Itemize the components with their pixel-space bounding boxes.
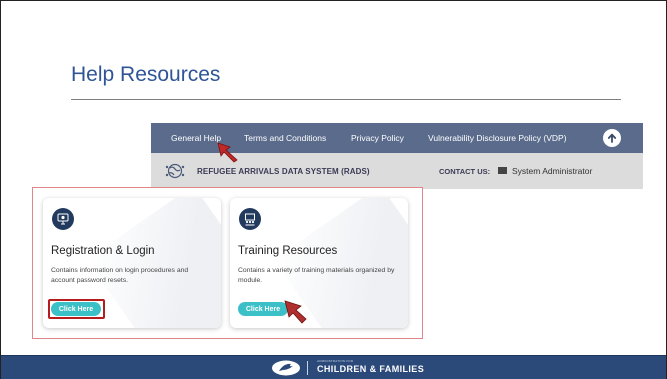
nav-privacy-policy[interactable]: Privacy Policy bbox=[351, 133, 404, 143]
system-name: REFUGEE ARRIVALS DATA SYSTEM (RADS) bbox=[197, 167, 370, 176]
card-title: Training Resources bbox=[238, 245, 338, 257]
card-registration-login: Registration & Login Contains informatio… bbox=[43, 198, 221, 328]
training-presentation-icon bbox=[239, 208, 261, 230]
cursor-arrow-icon bbox=[284, 300, 307, 324]
computer-login-icon bbox=[52, 208, 74, 230]
arrow-up-circle-icon[interactable] bbox=[603, 129, 621, 147]
hhs-eagle-logo-icon bbox=[271, 360, 301, 376]
slide: Help Resources General Help Terms and Co… bbox=[0, 0, 667, 379]
footer-divider bbox=[307, 361, 308, 375]
title-divider bbox=[71, 99, 621, 100]
card-description: Contains information on login procedures… bbox=[51, 267, 189, 284]
cursor-arrow-icon bbox=[217, 142, 238, 163]
page-title: Help Resources bbox=[71, 63, 221, 86]
contact-label: CONTACT US: bbox=[439, 167, 491, 176]
globe-logo-icon bbox=[165, 163, 185, 179]
nav-terms-and-conditions[interactable]: Terms and Conditions bbox=[244, 133, 326, 143]
help-cards-panel: Registration & Login Contains informatio… bbox=[32, 187, 423, 339]
mail-icon bbox=[498, 167, 507, 174]
nav-vdp[interactable]: Vulnerability Disclosure Policy (VDP) bbox=[428, 133, 567, 143]
highlight-box bbox=[48, 299, 105, 319]
click-here-button-training[interactable]: Click Here bbox=[238, 302, 288, 316]
nav-general-help[interactable]: General Help bbox=[171, 133, 221, 143]
footer-bar: ADMINISTRATION FOR CHILDREN & FAMILIES bbox=[1, 355, 666, 379]
card-title: Registration & Login bbox=[51, 245, 155, 257]
footer-admin-line: ADMINISTRATION FOR bbox=[317, 359, 354, 363]
footer-org-name: CHILDREN & FAMILIES bbox=[317, 364, 425, 374]
card-training-resources: Training Resources Contains a variety of… bbox=[230, 198, 408, 328]
card-description: Contains a variety of training materials… bbox=[238, 267, 395, 284]
contact-link[interactable]: System Administrator bbox=[512, 166, 592, 176]
